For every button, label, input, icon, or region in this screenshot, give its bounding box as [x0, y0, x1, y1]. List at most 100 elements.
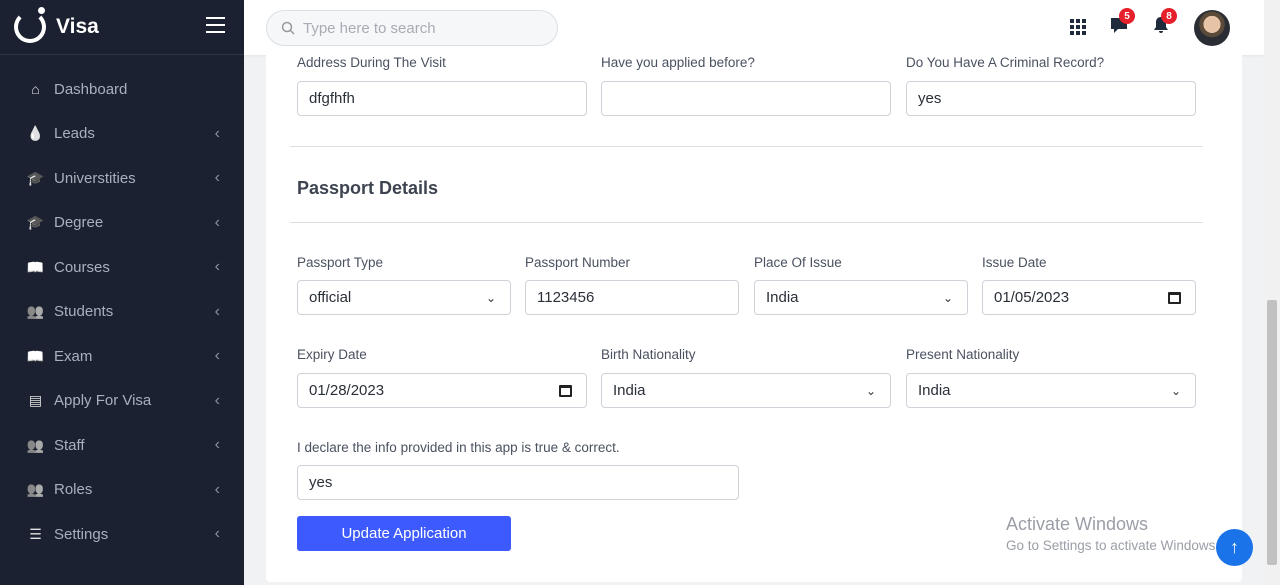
chevron-left-icon: ‹ — [214, 258, 220, 276]
declaration-label: I declare the info provided in this app … — [297, 440, 620, 455]
chevron-left-icon: ‹ — [214, 525, 220, 543]
criminal-record-input[interactable]: yes — [906, 81, 1196, 116]
search-placeholder: Type here to search — [303, 19, 436, 37]
passport-type-select[interactable]: official ⌄ — [297, 280, 511, 315]
sliders-icon: ☰ — [29, 525, 42, 542]
sidebar-item-universtities[interactable]: 🎓 Universtities ‹ — [0, 156, 244, 201]
topbar: Type here to search 5 8 — [244, 0, 1264, 55]
sidebar-nav: ⌂ Dashboard 💧 Leads ‹ 🎓 Universtities ‹ 🎓 Degree ‹… — [0, 67, 244, 557]
criminal-record-label: Do You Have A Criminal Record? — [906, 55, 1105, 70]
present-nationality-select[interactable]: India ⌄ — [906, 373, 1196, 408]
brand-name: Visa — [56, 15, 99, 38]
issue-date-value: 01/05/2023 — [994, 289, 1070, 306]
scroll-to-top-button[interactable]: ↑ — [1216, 529, 1253, 566]
watermark-subtitle: Go to Settings to activate Windows. — [1006, 538, 1220, 553]
chevron-left-icon: ‹ — [214, 480, 220, 498]
sidebar-item-roles[interactable]: 👥 Roles ‹ — [0, 468, 244, 513]
apps-grid-icon[interactable] — [1070, 19, 1086, 35]
birth-nationality-select[interactable]: India ⌄ — [601, 373, 891, 408]
divider — [290, 222, 1203, 223]
sidebar-item-label: Exam — [54, 347, 93, 365]
search-input[interactable]: Type here to search — [266, 10, 558, 46]
sidebar-item-label: Apply For Visa — [54, 392, 152, 410]
chevron-left-icon: ‹ — [214, 302, 220, 320]
declaration-value: yes — [309, 474, 333, 491]
applied-before-input[interactable] — [601, 81, 891, 116]
notifications-button[interactable]: 8 — [1152, 8, 1177, 40]
chevron-down-icon: ⌄ — [485, 290, 496, 305]
scrollbar-thumb[interactable] — [1267, 300, 1277, 565]
place-of-issue-label: Place Of Issue — [754, 255, 842, 270]
book-icon: 📖 — [26, 347, 45, 364]
sidebar-item-label: Universtities — [54, 169, 136, 187]
watermark-title: Activate Windows — [1006, 514, 1149, 534]
chevron-left-icon: ‹ — [214, 391, 220, 409]
passport-number-input[interactable]: 1123456 — [525, 280, 739, 315]
search-icon — [281, 21, 295, 35]
chevron-left-icon: ‹ — [214, 213, 220, 231]
birth-nationality-value: India — [613, 382, 646, 399]
chevron-down-icon: ⌄ — [865, 383, 876, 398]
address-textarea[interactable]: dfgfhfh — [297, 81, 587, 116]
chevron-down-icon: ⌄ — [1170, 383, 1181, 398]
place-of-issue-select[interactable]: India ⌄ — [754, 280, 968, 315]
graduation-cap-icon: 🎓 — [26, 214, 45, 231]
passport-type-label: Passport Type — [297, 255, 384, 270]
scrollbar[interactable] — [1264, 0, 1280, 585]
sidebar: Visa ⌂ Dashboard 💧 Leads ‹ 🎓 Universtities ‹ 🎓 De… — [0, 0, 244, 585]
messages-button[interactable]: 5 — [1110, 8, 1135, 40]
chevron-left-icon: ‹ — [214, 347, 220, 365]
brand: Visa — [0, 0, 244, 55]
calendar-icon[interactable] — [559, 384, 572, 397]
sidebar-item-label: Dashboard — [54, 80, 128, 98]
users-icon: 👥 — [26, 303, 45, 320]
messages-badge: 5 — [1119, 8, 1135, 24]
sidebar-item-label: Courses — [54, 258, 110, 276]
passport-number-value: 1123456 — [537, 289, 595, 306]
sidebar-item-degree[interactable]: 🎓 Degree ‹ — [0, 201, 244, 246]
sidebar-item-settings[interactable]: ☰ Settings ‹ — [0, 512, 244, 557]
sidebar-item-label: Roles — [54, 481, 93, 499]
chevron-left-icon: ‹ — [214, 436, 220, 454]
menu-toggle-icon[interactable] — [206, 17, 225, 33]
sidebar-item-label: Degree — [54, 214, 104, 232]
arrow-up-icon: ↑ — [1230, 537, 1239, 557]
graduation-cap-icon: 🎓 — [26, 169, 45, 186]
users-icon: 👥 — [26, 481, 45, 498]
present-nationality-label: Present Nationality — [906, 347, 1020, 362]
sidebar-item-staff[interactable]: 👥 Staff ‹ — [0, 423, 244, 468]
address-label: Address During The Visit — [297, 55, 446, 70]
sidebar-item-label: Staff — [54, 436, 85, 454]
notifications-badge: 8 — [1161, 8, 1177, 24]
declaration-input[interactable]: yes — [297, 465, 739, 500]
expiry-date-value: 01/28/2023 — [309, 382, 385, 399]
sidebar-item-dashboard[interactable]: ⌂ Dashboard — [0, 67, 244, 112]
expiry-date-input[interactable]: 01/28/2023 — [297, 373, 587, 408]
calendar-icon[interactable] — [1168, 291, 1181, 304]
update-application-button[interactable]: Update Application — [297, 516, 511, 551]
place-of-issue-value: India — [766, 289, 799, 306]
sidebar-item-apply-for-visa[interactable]: ▤ Apply For Visa ‹ — [0, 379, 244, 424]
book-icon: 📖 — [26, 258, 45, 275]
avatar[interactable] — [1194, 10, 1230, 46]
issue-date-input[interactable]: 01/05/2023 — [982, 280, 1196, 315]
criminal-record-value: yes — [918, 90, 942, 107]
sidebar-item-courses[interactable]: 📖 Courses ‹ — [0, 245, 244, 290]
applied-before-label: Have you applied before? — [601, 55, 755, 70]
logo-icon — [14, 7, 46, 43]
application-form: Address During The Visit dfgfhfh Have yo… — [266, 55, 1242, 582]
present-nationality-value: India — [918, 382, 951, 399]
sidebar-item-label: Leads — [54, 125, 95, 143]
passport-type-value: official — [309, 289, 352, 306]
sidebar-item-students[interactable]: 👥 Students ‹ — [0, 290, 244, 335]
home-icon: ⌂ — [31, 81, 40, 98]
chevron-left-icon: ‹ — [214, 169, 220, 187]
sidebar-item-exam[interactable]: 📖 Exam ‹ — [0, 334, 244, 379]
section-title: Passport Details — [297, 178, 439, 198]
windows-watermark: Activate Windows Go to Settings to activ… — [1006, 514, 1219, 553]
birth-nationality-label: Birth Nationality — [601, 347, 696, 362]
sidebar-item-label: Settings — [54, 525, 109, 543]
sidebar-item-leads[interactable]: 💧 Leads ‹ — [0, 112, 244, 157]
issue-date-label: Issue Date — [982, 255, 1047, 270]
chevron-left-icon: ‹ — [214, 124, 220, 142]
